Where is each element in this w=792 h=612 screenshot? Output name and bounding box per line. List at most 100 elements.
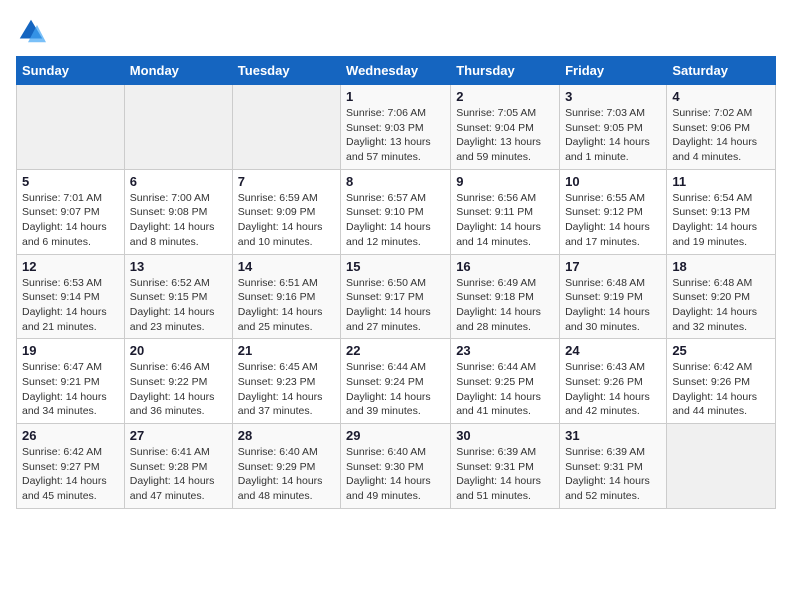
day-info: Sunrise: 6:47 AMSunset: 9:21 PMDaylight:… [22,360,119,419]
day-info: Sunrise: 6:39 AMSunset: 9:31 PMDaylight:… [456,445,554,504]
day-number: 14 [238,259,335,274]
day-info: Sunrise: 7:05 AMSunset: 9:04 PMDaylight:… [456,106,554,165]
header-thursday: Thursday [451,57,560,85]
day-info: Sunrise: 6:45 AMSunset: 9:23 PMDaylight:… [238,360,335,419]
day-info: Sunrise: 6:40 AMSunset: 9:30 PMDaylight:… [346,445,445,504]
week-row-0: 1Sunrise: 7:06 AMSunset: 9:03 PMDaylight… [17,85,776,170]
day-number: 18 [672,259,770,274]
day-number: 11 [672,174,770,189]
day-number: 19 [22,343,119,358]
calendar-table: SundayMondayTuesdayWednesdayThursdayFrid… [16,56,776,509]
calendar-cell: 19 Sunrise: 6:47 AMSunset: 9:21 PMDayligh… [17,339,125,424]
calendar-cell: 22Sunrise: 6:44 AMSunset: 9:24 PMDayligh… [341,339,451,424]
calendar-cell: 13 Sunrise: 6:52 AMSunset: 9:15 PMDayligh… [124,254,232,339]
calendar-cell: 14 Sunrise: 6:51 AMSunset: 9:16 PMDayligh… [232,254,340,339]
day-number: 29 [346,428,445,443]
calendar-cell: 10 Sunrise: 6:55 AMSunset: 9:12 PMDayligh… [560,169,667,254]
header-wednesday: Wednesday [341,57,451,85]
calendar-cell: 17 Sunrise: 6:48 AMSunset: 9:19 PMDayligh… [560,254,667,339]
day-number: 25 [672,343,770,358]
calendar-cell: 12 Sunrise: 6:53 AMSunset: 9:14 PMDayligh… [17,254,125,339]
calendar-header: SundayMondayTuesdayWednesdayThursdayFrid… [17,57,776,85]
header-row: SundayMondayTuesdayWednesdayThursdayFrid… [17,57,776,85]
day-info: Sunrise: 6:57 AMSunset: 9:10 PMDaylight:… [346,191,445,250]
day-number: 17 [565,259,661,274]
day-info: Sunrise: 7:00 AMSunset: 9:08 PMDaylight:… [130,191,227,250]
calendar-cell: 18 Sunrise: 6:48 AMSunset: 9:20 PMDayligh… [667,254,776,339]
day-info: Sunrise: 6:48 AMSunset: 9:19 PMDaylight:… [565,276,661,335]
day-info: Sunrise: 6:53 AMSunset: 9:14 PMDaylight:… [22,276,119,335]
day-number: 9 [456,174,554,189]
day-number: 24 [565,343,661,358]
day-number: 7 [238,174,335,189]
calendar-cell: 6 Sunrise: 7:00 AMSunset: 9:08 PMDaylight… [124,169,232,254]
day-info: Sunrise: 7:06 AMSunset: 9:03 PMDaylight:… [346,106,445,165]
day-number: 27 [130,428,227,443]
day-number: 20 [130,343,227,358]
day-number: 2 [456,89,554,104]
day-number: 5 [22,174,119,189]
calendar-cell: 3Sunrise: 7:03 AMSunset: 9:05 PMDaylight… [560,85,667,170]
day-info: Sunrise: 6:40 AMSunset: 9:29 PMDaylight:… [238,445,335,504]
day-info: Sunrise: 6:51 AMSunset: 9:16 PMDaylight:… [238,276,335,335]
day-number: 10 [565,174,661,189]
header-sunday: Sunday [17,57,125,85]
calendar-cell: 23Sunrise: 6:44 AMSunset: 9:25 PMDayligh… [451,339,560,424]
calendar-cell: 20 Sunrise: 6:46 AMSunset: 9:22 PMDayligh… [124,339,232,424]
day-info: Sunrise: 6:54 AMSunset: 9:13 PMDaylight:… [672,191,770,250]
day-number: 12 [22,259,119,274]
header-tuesday: Tuesday [232,57,340,85]
calendar-cell: 4Sunrise: 7:02 AMSunset: 9:06 PMDaylight… [667,85,776,170]
day-number: 26 [22,428,119,443]
day-number: 3 [565,89,661,104]
day-info: Sunrise: 6:48 AMSunset: 9:20 PMDaylight:… [672,276,770,335]
day-number: 28 [238,428,335,443]
calendar-cell: 7 Sunrise: 6:59 AMSunset: 9:09 PMDaylight… [232,169,340,254]
day-number: 23 [456,343,554,358]
day-number: 13 [130,259,227,274]
day-number: 21 [238,343,335,358]
day-info: Sunrise: 6:50 AMSunset: 9:17 PMDaylight:… [346,276,445,335]
calendar-cell: 27 Sunrise: 6:41 AMSunset: 9:28 PMDayligh… [124,424,232,509]
calendar-cell [124,85,232,170]
calendar-cell [232,85,340,170]
day-info: Sunrise: 6:56 AMSunset: 9:11 PMDaylight:… [456,191,554,250]
calendar-cell: 25 Sunrise: 6:42 AMSunset: 9:26 PMDayligh… [667,339,776,424]
day-info: Sunrise: 6:49 AMSunset: 9:18 PMDaylight:… [456,276,554,335]
calendar-cell: 5Sunrise: 7:01 AMSunset: 9:07 PMDaylight… [17,169,125,254]
day-info: Sunrise: 7:02 AMSunset: 9:06 PMDaylight:… [672,106,770,165]
day-number: 8 [346,174,445,189]
day-number: 15 [346,259,445,274]
header-monday: Monday [124,57,232,85]
day-number: 16 [456,259,554,274]
day-info: Sunrise: 6:42 AMSunset: 9:26 PMDaylight:… [672,360,770,419]
day-info: Sunrise: 6:39 AMSunset: 9:31 PMDaylight:… [565,445,661,504]
week-row-3: 19 Sunrise: 6:47 AMSunset: 9:21 PMDayligh… [17,339,776,424]
calendar-cell: 30 Sunrise: 6:39 AMSunset: 9:31 PMDayligh… [451,424,560,509]
week-row-2: 12 Sunrise: 6:53 AMSunset: 9:14 PMDayligh… [17,254,776,339]
calendar-cell: 16 Sunrise: 6:49 AMSunset: 9:18 PMDayligh… [451,254,560,339]
day-info: Sunrise: 6:43 AMSunset: 9:26 PMDaylight:… [565,360,661,419]
day-number: 6 [130,174,227,189]
calendar-cell: 28 Sunrise: 6:40 AMSunset: 9:29 PMDayligh… [232,424,340,509]
calendar-cell: 21 Sunrise: 6:45 AMSunset: 9:23 PMDayligh… [232,339,340,424]
calendar-cell: 1Sunrise: 7:06 AMSunset: 9:03 PMDaylight… [341,85,451,170]
day-info: Sunrise: 6:46 AMSunset: 9:22 PMDaylight:… [130,360,227,419]
day-info: Sunrise: 6:55 AMSunset: 9:12 PMDaylight:… [565,191,661,250]
day-info: Sunrise: 6:42 AMSunset: 9:27 PMDaylight:… [22,445,119,504]
calendar-body: 1Sunrise: 7:06 AMSunset: 9:03 PMDaylight… [17,85,776,509]
day-number: 30 [456,428,554,443]
day-info: Sunrise: 6:41 AMSunset: 9:28 PMDaylight:… [130,445,227,504]
calendar-cell: 31Sunrise: 6:39 AMSunset: 9:31 PMDayligh… [560,424,667,509]
day-info: Sunrise: 6:44 AMSunset: 9:24 PMDaylight:… [346,360,445,419]
day-info: Sunrise: 6:59 AMSunset: 9:09 PMDaylight:… [238,191,335,250]
calendar-cell: 11 Sunrise: 6:54 AMSunset: 9:13 PMDayligh… [667,169,776,254]
logo-icon [16,16,46,46]
calendar-cell: 9 Sunrise: 6:56 AMSunset: 9:11 PMDaylight… [451,169,560,254]
calendar-cell: 8 Sunrise: 6:57 AMSunset: 9:10 PMDaylight… [341,169,451,254]
page-header [16,16,776,46]
calendar-cell [17,85,125,170]
calendar-cell: 2 Sunrise: 7:05 AMSunset: 9:04 PMDaylight… [451,85,560,170]
day-info: Sunrise: 6:52 AMSunset: 9:15 PMDaylight:… [130,276,227,335]
calendar-cell: 26 Sunrise: 6:42 AMSunset: 9:27 PMDayligh… [17,424,125,509]
